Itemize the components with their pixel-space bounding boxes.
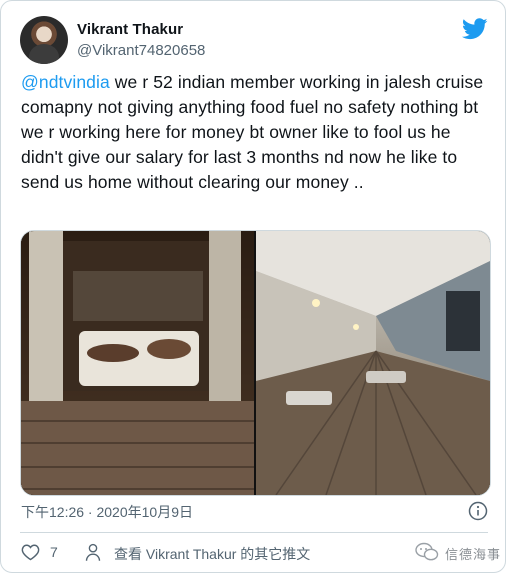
- wechat-watermark-icon: [415, 542, 439, 561]
- divider: [20, 532, 488, 533]
- more-from-author-link[interactable]: 查看 Vikrant Thakur 的其它推文: [114, 544, 310, 564]
- photo-workers-resting[interactable]: [21, 231, 254, 495]
- person-icon: [85, 543, 101, 561]
- author-name[interactable]: Vikrant Thakur: [77, 21, 183, 38]
- mention-link[interactable]: @ndtvindia: [21, 72, 110, 92]
- media-grid: [20, 230, 491, 496]
- tweet-card: Vikrant Thakur @Vikrant74820658 @ndtvind…: [0, 0, 506, 573]
- watermark-text: 信德海事: [445, 547, 502, 562]
- like-count: 7: [50, 544, 58, 560]
- author-handle[interactable]: @Vikrant74820658: [77, 42, 205, 59]
- twitter-bird-icon[interactable]: [462, 18, 488, 40]
- heart-icon[interactable]: [21, 543, 40, 561]
- author-avatar[interactable]: [20, 16, 68, 64]
- tweet-text: @ndtvindia we r 52 indian member working…: [21, 70, 491, 195]
- tweet-timestamp[interactable]: 下午12:26 · 2020年10月9日: [21, 502, 193, 522]
- photo-ship-deck[interactable]: [256, 231, 490, 495]
- info-icon[interactable]: [468, 501, 488, 521]
